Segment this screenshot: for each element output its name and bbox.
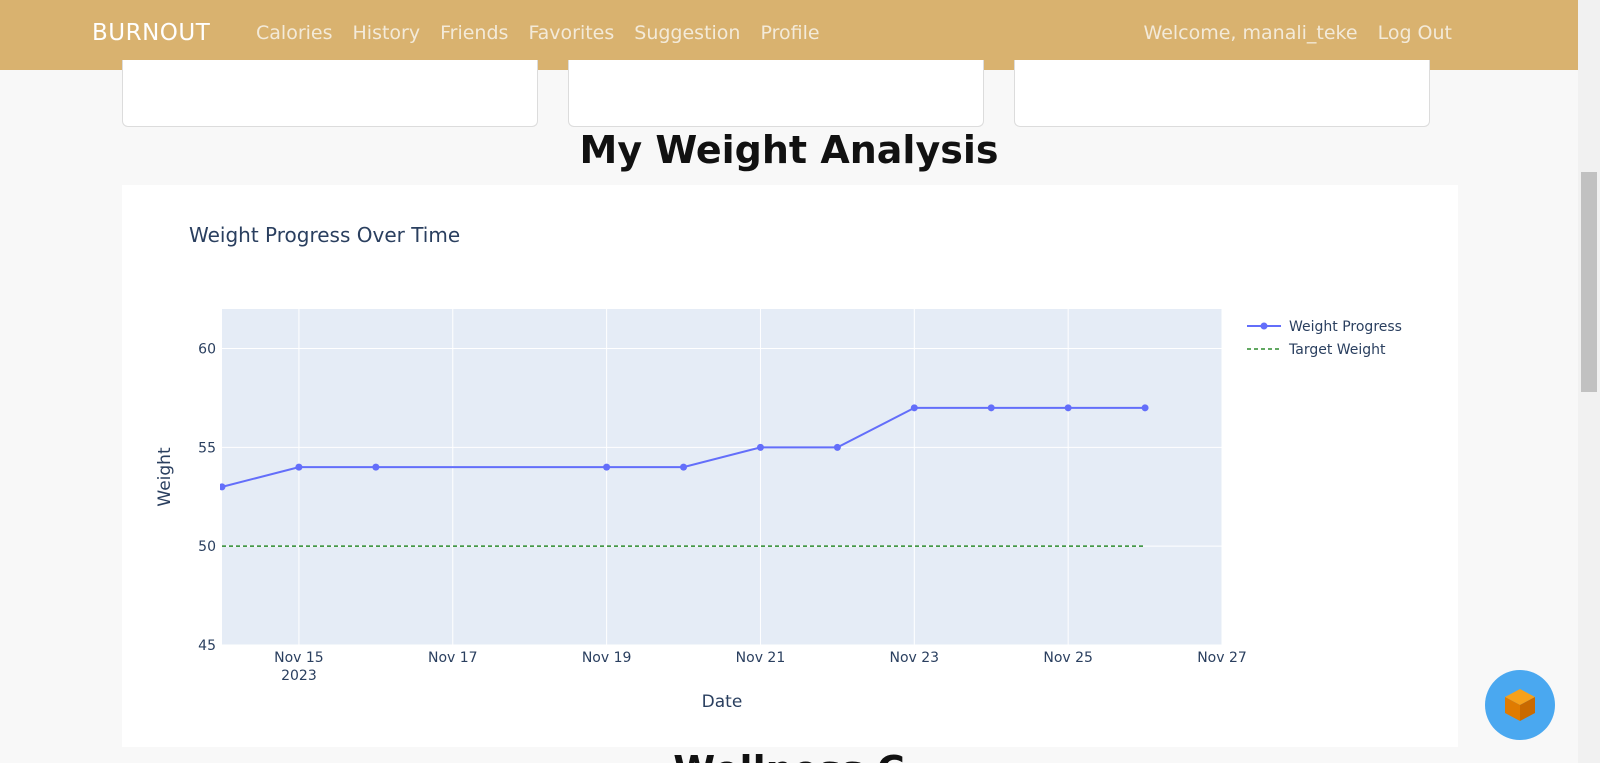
y-tick-label: 45 — [198, 638, 216, 654]
weight-point — [910, 404, 918, 412]
chart-title: Weight Progress Over Time — [189, 223, 460, 247]
brand-logo[interactable]: BURNOUT — [92, 20, 210, 46]
x-tick-label: Nov 23 — [890, 650, 940, 666]
x-tick-year-label: 2023 — [281, 668, 317, 684]
x-tick-label: Nov 17 — [428, 650, 478, 666]
nav-link-suggestion[interactable]: Suggestion — [634, 22, 740, 44]
weight-point — [987, 404, 995, 412]
weight-point — [295, 463, 303, 471]
next-section-title: Wellness C — [0, 748, 1578, 763]
weight-point — [1064, 404, 1072, 412]
y-axis-label: Weight — [155, 447, 175, 507]
chat-widget-button[interactable] — [1485, 670, 1555, 740]
x-tick-label: Nov 15 — [274, 650, 324, 666]
legend-marker — [1260, 322, 1268, 330]
summary-card-2 — [568, 60, 984, 127]
nav-link-history[interactable]: History — [353, 22, 421, 44]
y-tick-label: 55 — [198, 440, 216, 456]
weight-point — [220, 483, 226, 491]
weight-point — [603, 463, 611, 471]
weight-point — [680, 463, 688, 471]
welcome-text: Welcome, manali_teke — [1143, 22, 1358, 44]
summary-card-1 — [122, 60, 538, 127]
legend-label: Target Weight — [1288, 342, 1386, 358]
y-tick-labels: 45 50 55 60 — [198, 342, 216, 654]
weight-chart: Weight Progress Over Time 45 50 55 60 Nov 1… — [155, 223, 1402, 712]
y-tick-label: 50 — [198, 539, 216, 555]
x-tick-label: Nov 27 — [1197, 650, 1247, 666]
plot-area — [222, 309, 1222, 645]
scrollbar-thumb[interactable] — [1581, 172, 1597, 392]
chart-legend[interactable]: Weight Progress Target Weight — [1247, 319, 1402, 358]
nav-link-calories[interactable]: Calories — [256, 22, 333, 44]
x-axis-label: Date — [702, 692, 743, 712]
nav-link-favorites[interactable]: Favorites — [528, 22, 614, 44]
cube-icon — [1505, 689, 1535, 721]
weight-point — [1141, 404, 1149, 412]
x-tick-labels: Nov 15 2023 Nov 17 Nov 19 Nov 21 Nov 23 Nov 25… — [274, 650, 1247, 684]
nav-user-area: Welcome, manali_teke Log Out — [1124, 22, 1452, 44]
weight-chart-panel: Weight Progress Over Time 45 50 55 60 Nov 1… — [122, 185, 1458, 747]
nav-links: Calories History Friends Favorites Sugge… — [256, 22, 840, 44]
legend-label: Weight Progress — [1289, 319, 1402, 335]
x-tick-label: Nov 19 — [582, 650, 632, 666]
weight-point — [833, 443, 841, 451]
weight-point — [372, 463, 380, 471]
x-tick-label: Nov 21 — [736, 650, 786, 666]
logout-link[interactable]: Log Out — [1378, 22, 1452, 44]
y-tick-label: 60 — [198, 342, 216, 358]
nav-link-friends[interactable]: Friends — [440, 22, 508, 44]
x-tick-label: Nov 25 — [1043, 650, 1093, 666]
page-title: My Weight Analysis — [579, 128, 999, 172]
nav-link-profile[interactable]: Profile — [760, 22, 819, 44]
page-scrollbar[interactable] — [1578, 0, 1600, 763]
summary-card-3 — [1014, 60, 1430, 127]
weight-point — [756, 443, 764, 451]
